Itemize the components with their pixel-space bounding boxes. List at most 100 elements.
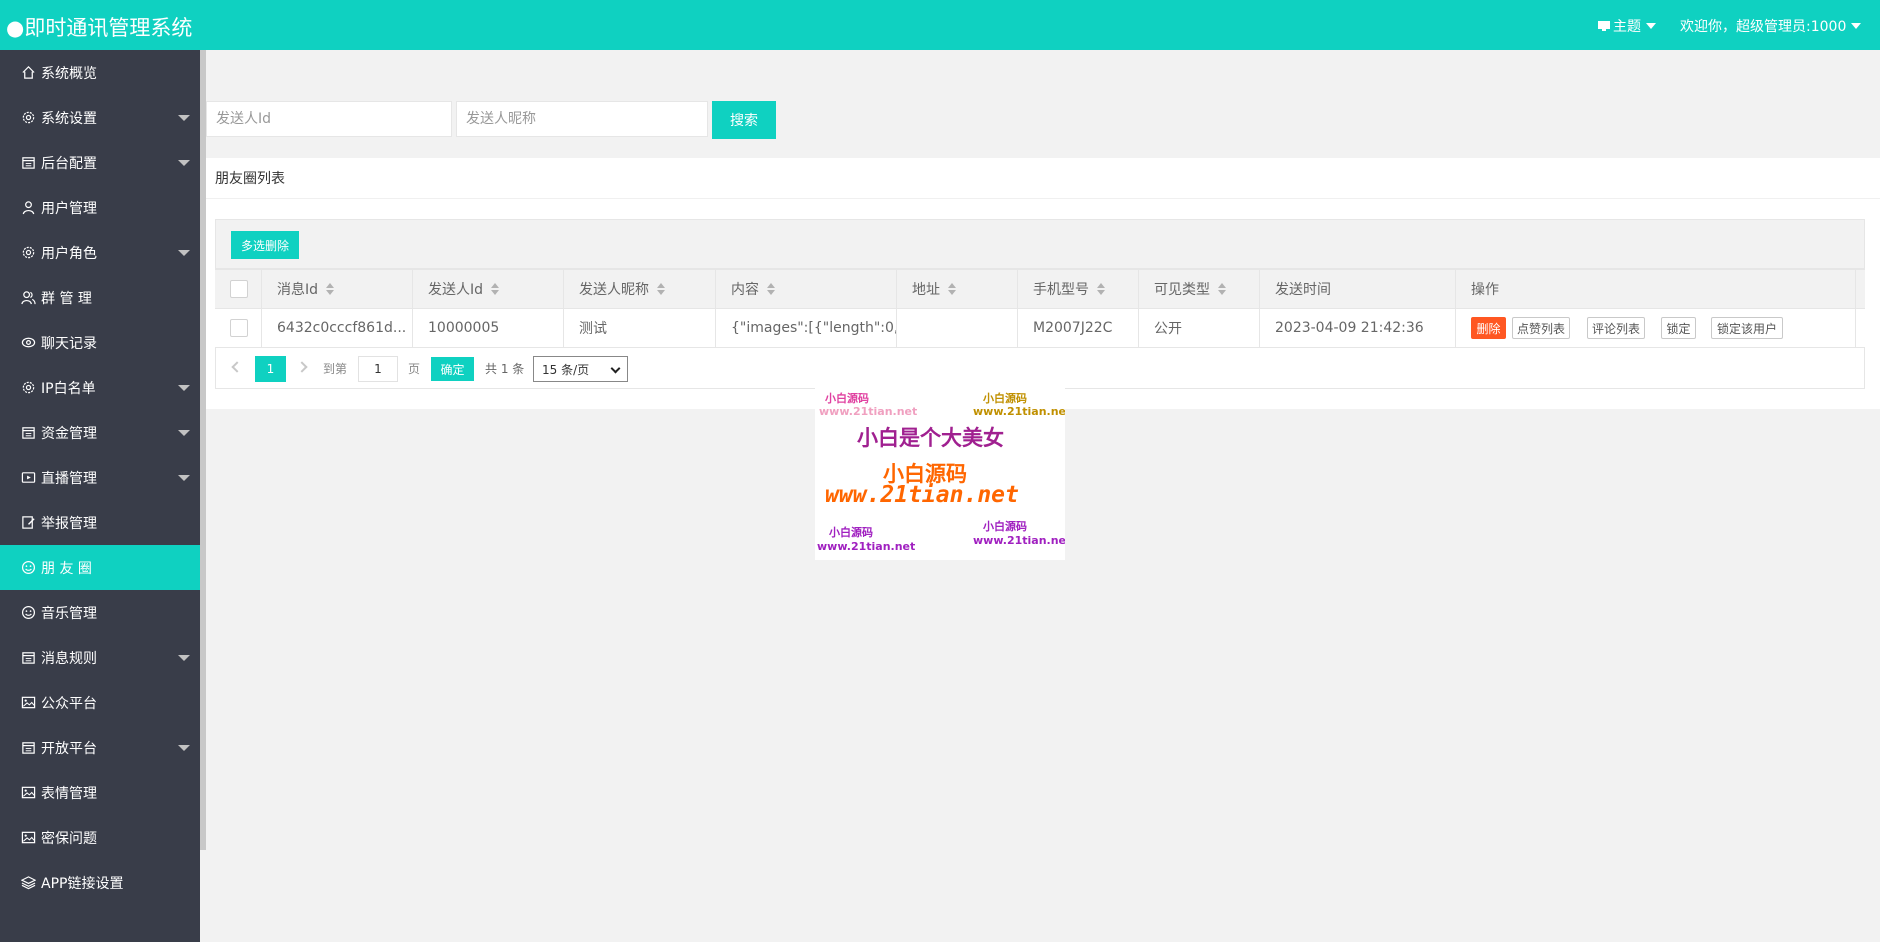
sort-icon[interactable] bbox=[948, 283, 956, 295]
cell-visibility: 公开 bbox=[1139, 309, 1260, 347]
theme-menu[interactable]: 主题 bbox=[1597, 16, 1656, 36]
comments-list-button[interactable]: 评论列表 bbox=[1587, 317, 1645, 339]
calendar-icon bbox=[20, 155, 36, 171]
cell-message-id: 6432c0cccf861d... bbox=[262, 309, 413, 347]
sidebar-item-label: 资金管理 bbox=[41, 425, 97, 442]
sidebar-item-label: 密保问题 bbox=[41, 830, 97, 847]
app-title: ●即时通讯管理系统 bbox=[6, 16, 193, 40]
watermark-text: 小白源码 bbox=[983, 392, 1027, 405]
col-label: 发送人Id bbox=[428, 282, 484, 298]
sidebar-item-label: 表情管理 bbox=[41, 785, 97, 802]
sidebar-item-label: 消息规则 bbox=[41, 650, 97, 667]
sidebar-item[interactable]: 用户角色 bbox=[0, 230, 200, 275]
chevron-down-icon bbox=[178, 250, 190, 256]
col-sender-nickname[interactable]: 发送人昵称 bbox=[564, 270, 716, 308]
sidebar-item-label: 朋 友 圈 bbox=[41, 560, 92, 577]
theme-icon bbox=[1598, 21, 1610, 31]
chevron-down-icon bbox=[1851, 23, 1862, 29]
theme-label: 主题 bbox=[1613, 19, 1641, 35]
lock-button[interactable]: 锁定 bbox=[1661, 317, 1696, 339]
sidebar-item[interactable]: 后台配置 bbox=[0, 140, 200, 185]
page-size-select[interactable]: 15 条/页 bbox=[533, 356, 628, 382]
select-all-checkbox[interactable] bbox=[230, 280, 248, 298]
col-label: 消息Id bbox=[277, 282, 319, 298]
sidebar-item[interactable]: 系统概览 bbox=[0, 50, 200, 95]
col-send-time: 发送时间 bbox=[1260, 270, 1456, 308]
sort-icon[interactable] bbox=[1097, 283, 1105, 295]
col-sender-id[interactable]: 发送人Id bbox=[413, 270, 564, 308]
watermark-text: 小白是个大美女 bbox=[857, 426, 1004, 450]
sender-id-input[interactable] bbox=[206, 101, 452, 137]
col-address[interactable]: 地址 bbox=[897, 270, 1018, 308]
multi-delete-button[interactable]: 多选删除 bbox=[231, 231, 299, 259]
sidebar-item-label: 用户管理 bbox=[41, 200, 97, 217]
sidebar-item-label: 音乐管理 bbox=[41, 605, 97, 622]
search-button[interactable]: 搜索 bbox=[712, 101, 776, 139]
sort-icon[interactable] bbox=[326, 283, 335, 295]
image-icon bbox=[20, 695, 36, 711]
sidebar-item[interactable]: 公众平台 bbox=[0, 680, 200, 725]
sidebar-item[interactable]: 朋 友 圈 bbox=[0, 545, 200, 590]
calendar-icon bbox=[20, 425, 36, 441]
page-jump-input[interactable] bbox=[358, 356, 398, 382]
image-icon bbox=[20, 785, 36, 801]
sidebar-item[interactable]: 聊天记录 bbox=[0, 320, 200, 365]
col-phone-model[interactable]: 手机型号 bbox=[1018, 270, 1139, 308]
sidebar-item-label: 举报管理 bbox=[41, 515, 97, 532]
user-menu[interactable]: 欢迎你，超级管理员:1000 bbox=[1680, 16, 1862, 36]
col-actions: 操作 bbox=[1456, 270, 1856, 308]
col-visibility[interactable]: 可见类型 bbox=[1139, 270, 1260, 308]
calendar-icon bbox=[20, 650, 36, 666]
cell-content: {"images":[{"length":0,... bbox=[716, 309, 897, 347]
home-icon bbox=[20, 65, 36, 81]
sidebar-item[interactable]: APP链接设置 bbox=[0, 860, 200, 905]
chevron-down-icon bbox=[1646, 23, 1656, 29]
sidebar-item[interactable]: 密保问题 bbox=[0, 815, 200, 860]
total-count: 共 1 条 bbox=[485, 362, 525, 376]
col-label: 地址 bbox=[912, 282, 940, 298]
sidebar-item[interactable]: 消息规则 bbox=[0, 635, 200, 680]
sidebar-item[interactable]: 资金管理 bbox=[0, 410, 200, 455]
sidebar-item[interactable]: 直播管理 bbox=[0, 455, 200, 500]
page-unit-label: 页 bbox=[408, 362, 421, 376]
sidebar-item[interactable]: 表情管理 bbox=[0, 770, 200, 815]
table-header: 消息Id 发送人Id 发送人昵称 内容 地址 手机型号 可见类型 发送时间 操作 bbox=[215, 269, 1865, 309]
sort-icon[interactable] bbox=[491, 283, 500, 295]
row-checkbox[interactable] bbox=[230, 319, 248, 337]
sidebar-item[interactable]: 音乐管理 bbox=[0, 590, 200, 635]
sort-icon[interactable] bbox=[1218, 283, 1226, 295]
sort-icon[interactable] bbox=[657, 283, 665, 295]
chevron-down-icon bbox=[178, 385, 190, 391]
sidebar-item[interactable]: 用户管理 bbox=[0, 185, 200, 230]
sidebar-item[interactable]: 举报管理 bbox=[0, 500, 200, 545]
col-message-id[interactable]: 消息Id bbox=[262, 270, 413, 308]
watermark-text: www.21tian.net bbox=[825, 482, 1019, 508]
page-number-current[interactable]: 1 bbox=[255, 356, 286, 382]
col-label: 手机型号 bbox=[1033, 282, 1089, 298]
sort-icon[interactable] bbox=[767, 283, 775, 295]
user-icon bbox=[20, 200, 36, 216]
sidebar-item[interactable]: IP白名单 bbox=[0, 365, 200, 410]
gear-icon bbox=[20, 110, 36, 126]
sidebar-item-label: 群 管 理 bbox=[41, 290, 92, 307]
col-content[interactable]: 内容 bbox=[716, 270, 897, 308]
cell-address bbox=[897, 309, 1018, 347]
sidebar-item[interactable]: 开放平台 bbox=[0, 725, 200, 770]
col-label: 操作 bbox=[1471, 282, 1499, 298]
cell-sender-id: 10000005 bbox=[413, 309, 564, 347]
page-confirm-button[interactable]: 确定 bbox=[431, 357, 474, 381]
watermark-text: www.21tian.net bbox=[817, 540, 916, 553]
top-header: ●即时通讯管理系统 主题 欢迎你，超级管理员:1000 bbox=[0, 0, 1880, 50]
chevron-down-icon bbox=[610, 363, 621, 374]
col-label: 发送人昵称 bbox=[579, 282, 649, 298]
col-label: 可见类型 bbox=[1154, 282, 1210, 298]
card-divider bbox=[206, 198, 1880, 199]
sidebar-item[interactable]: 系统设置 bbox=[0, 95, 200, 140]
sidebar-item[interactable]: 群 管 理 bbox=[0, 275, 200, 320]
sender-nickname-input[interactable] bbox=[456, 101, 708, 137]
likes-list-button[interactable]: 点赞列表 bbox=[1512, 317, 1570, 339]
lock-user-button[interactable]: 锁定该用户 bbox=[1711, 317, 1783, 339]
layers-icon bbox=[20, 875, 36, 891]
delete-button[interactable]: 删除 bbox=[1471, 317, 1506, 339]
sidebar: 系统概览 系统设置 后台配置用户管理用户角色群 管 理聊天记录 IP白名单资金管理直播… bbox=[0, 50, 200, 942]
